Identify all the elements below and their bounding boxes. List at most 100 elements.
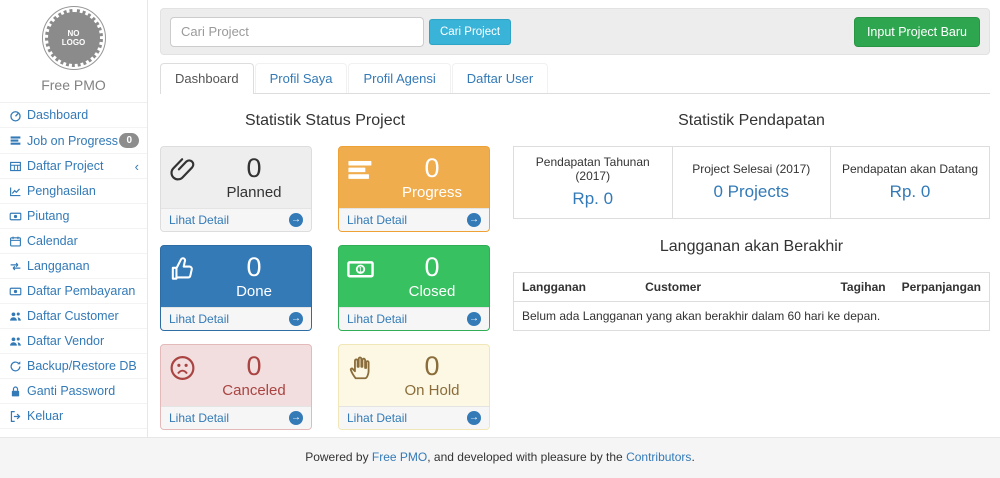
sidebar-item-daftar-vendor[interactable]: Daftar Vendor [0, 329, 147, 354]
arrow-circle-right-icon[interactable]: → [289, 312, 303, 326]
svg-text:1: 1 [358, 265, 362, 274]
footer-text: , and developed with pleasure by the [427, 450, 626, 464]
footer-text: Powered by [305, 450, 372, 464]
retweet-icon [9, 260, 27, 273]
status-count: 0 [204, 351, 304, 381]
sidebar-item-label: Calendar [27, 234, 139, 248]
stat-value[interactable]: Rp. 0 [835, 182, 985, 202]
lihat-detail-link[interactable]: Lihat Detail [347, 213, 407, 227]
status-section: Statistik Status Project 0 Planned Lihat… [160, 107, 490, 430]
status-count: 0 [204, 252, 304, 282]
arrow-circle-right-icon[interactable]: → [289, 411, 303, 425]
lihat-detail-link[interactable]: Lihat Detail [169, 213, 229, 227]
free-pmo-link[interactable]: Free PMO [372, 450, 427, 464]
lock-icon [9, 385, 27, 398]
status-count: 0 [382, 153, 482, 183]
arrow-circle-right-icon[interactable]: → [467, 312, 481, 326]
thumbs-up-icon [168, 252, 204, 307]
status-label: Canceled [204, 381, 304, 401]
subscription-table-header-row: Langganan Customer Tagihan Perpanjangan [514, 273, 990, 302]
lihat-detail-link[interactable]: Lihat Detail [169, 312, 229, 326]
stat-cell: Pendapatan akan Datang Rp. 0 [831, 147, 990, 219]
sidebar-item-label: Job on Progress [27, 134, 119, 148]
lihat-detail-link[interactable]: Lihat Detail [169, 411, 229, 425]
no-logo-badge: NO LOGO [42, 6, 106, 70]
sidebar-item-label: Daftar Project [27, 159, 135, 173]
arrow-circle-right-icon[interactable]: → [467, 411, 481, 425]
sidebar-item-langganan[interactable]: Langganan [0, 254, 147, 279]
stat-value[interactable]: Rp. 0 [518, 189, 668, 209]
stat-label: Project Selesai (2017) [677, 162, 827, 176]
calendar-icon [9, 235, 27, 248]
sidebar-nav: Dashboard Job on Progress 0 Daftar Proje… [0, 102, 147, 429]
column-header-tagihan: Tagihan [827, 273, 894, 302]
money-icon [9, 210, 27, 223]
column-header-langganan: Langganan [514, 273, 638, 302]
no-logo-text: NO LOGO [45, 9, 103, 67]
subscription-section-title: Langganan akan Berakhir [513, 238, 990, 256]
sidebar-item-daftar-project[interactable]: Daftar Project ‹ [0, 154, 147, 179]
users-icon [9, 310, 27, 323]
status-card-canceled: 0 Canceled Lihat Detail → [160, 344, 312, 430]
lihat-detail-link[interactable]: Lihat Detail [347, 411, 407, 425]
lihat-detail-link[interactable]: Lihat Detail [347, 312, 407, 326]
users-icon [9, 335, 27, 348]
sidebar-item-label: Piutang [27, 209, 139, 223]
sidebar-item-daftar-pembayaran[interactable]: Daftar Pembayaran [0, 279, 147, 304]
status-label: Progress [382, 183, 482, 203]
status-label: Done [204, 282, 304, 302]
sidebar-item-penghasilan[interactable]: Penghasilan [0, 179, 147, 204]
chevron-left-icon: ‹ [135, 160, 139, 173]
tab-profil-agensi[interactable]: Profil Agensi [348, 63, 450, 93]
arrow-circle-right-icon[interactable]: → [467, 213, 481, 227]
tab-daftar-user[interactable]: Daftar User [452, 63, 548, 93]
sidebar-item-job-on-progress[interactable]: Job on Progress 0 [0, 128, 147, 154]
hand-paper-icon [346, 351, 382, 406]
sidebar-item-daftar-customer[interactable]: Daftar Customer [0, 304, 147, 329]
status-count: 0 [204, 153, 304, 183]
tasks-icon [346, 153, 382, 208]
search-input[interactable] [170, 17, 424, 47]
income-section-title: Statistik Pendapatan [513, 112, 990, 130]
project-search-bar: Cari Project Input Project Baru [160, 8, 990, 55]
empty-subscriptions-message: Belum ada Langganan yang akan berakhir d… [514, 302, 990, 331]
arrow-circle-right-icon[interactable]: → [289, 213, 303, 227]
contributors-link[interactable]: Contributors [626, 450, 691, 464]
status-cards-grid: 0 Planned Lihat Detail → 0 Progr [160, 146, 490, 430]
column-header-customer: Customer [637, 273, 827, 302]
income-stats-table: Pendapatan Tahunan (2017) Rp. 0 Project … [513, 146, 990, 219]
sidebar-item-keluar[interactable]: Keluar [0, 404, 147, 429]
input-project-baru-button[interactable]: Input Project Baru [854, 17, 980, 47]
sidebar-item-label: Penghasilan [27, 184, 139, 198]
stat-label: Pendapatan akan Datang [835, 162, 985, 176]
logo: NO LOGO [0, 0, 147, 70]
money-icon [9, 285, 27, 298]
sidebar-item-dashboard[interactable]: Dashboard [0, 103, 147, 128]
main-area: Cari Project Input Project Baru Dashboar… [149, 0, 1000, 437]
sidebar-item-label: Daftar Vendor [27, 334, 139, 348]
tab-profil-saya[interactable]: Profil Saya [255, 63, 348, 93]
dashboard-icon [9, 109, 27, 122]
job-count-badge: 0 [119, 133, 139, 148]
money-icon: 1 [346, 252, 382, 307]
sidebar-item-label: Langganan [27, 259, 139, 273]
income-section: Statistik Pendapatan Pendapatan Tahunan … [513, 107, 990, 430]
stat-cell: Pendapatan Tahunan (2017) Rp. 0 [514, 147, 673, 219]
stat-value[interactable]: 0 Projects [677, 182, 827, 202]
sidebar-item-label: Ganti Password [27, 384, 139, 398]
sidebar-item-label: Dashboard [27, 108, 139, 122]
status-label: Closed [382, 282, 482, 302]
sidebar-item-piutang[interactable]: Piutang [0, 204, 147, 229]
status-card-done: 0 Done Lihat Detail → [160, 245, 312, 331]
status-card-planned: 0 Planned Lihat Detail → [160, 146, 312, 232]
sidebar-item-calendar[interactable]: Calendar [0, 229, 147, 254]
sidebar-item-label: Daftar Pembayaran [27, 284, 139, 298]
sidebar-item-backup-restore-db[interactable]: Backup/Restore DB [0, 354, 147, 379]
app-name: Free PMO [0, 77, 147, 93]
tab-dashboard[interactable]: Dashboard [160, 63, 254, 94]
sidebar-item-ganti-password[interactable]: Ganti Password [0, 379, 147, 404]
stat-cell: Project Selesai (2017) 0 Projects [672, 147, 831, 219]
table-icon [9, 160, 27, 173]
search-button[interactable]: Cari Project [429, 19, 511, 45]
table-row: Belum ada Langganan yang akan berakhir d… [514, 302, 990, 331]
